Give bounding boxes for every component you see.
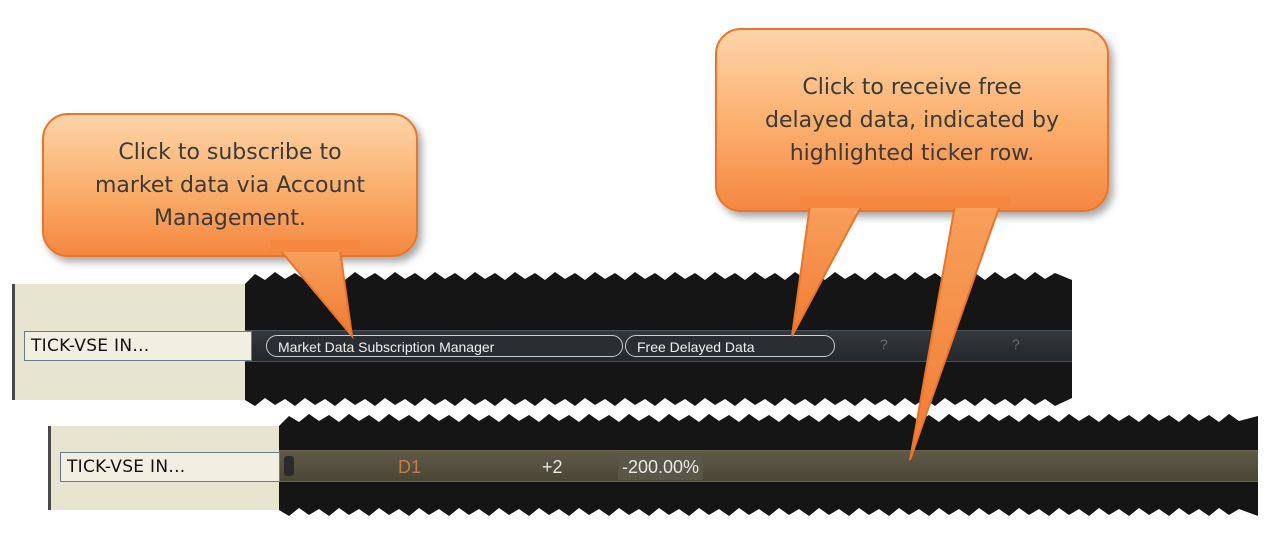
delayed-data-callout-line-3: highlighted ticker row. bbox=[789, 140, 1035, 166]
delayed-data-callout-line-2: delayed data, indicated by bbox=[765, 107, 1059, 133]
change-cell: +2 bbox=[542, 457, 563, 477]
ticker-symbol[interactable]: TICK-VSE IN... bbox=[60, 452, 280, 482]
exchange-cell: D1 bbox=[398, 457, 422, 477]
torn-edge-bottom bbox=[48, 508, 1258, 520]
subscribe-callout-text: Click to subscribe to market data via Ac… bbox=[95, 136, 365, 235]
row-drag-handle[interactable] bbox=[284, 456, 294, 476]
delayed-data-callout: Click to receive free delayed data, indi… bbox=[715, 28, 1109, 212]
subscribe-callout-line-2: market data via Account bbox=[94, 172, 366, 198]
market-data-subscription-manager-button[interactable]: Market Data Subscription Manager bbox=[266, 335, 623, 357]
torn-edge-bottom bbox=[12, 398, 1072, 410]
torn-edge-top bbox=[48, 410, 1258, 426]
free-delayed-data-button[interactable]: Free Delayed Data bbox=[625, 335, 835, 357]
subscribe-callout-line-3: Management. bbox=[154, 205, 306, 231]
unavailable-value-1: ? bbox=[880, 336, 888, 352]
ticker-symbol[interactable]: TICK-VSE IN... bbox=[24, 331, 252, 361]
torn-edge-top bbox=[12, 268, 1072, 284]
delayed-data-callout-line-1: Click to receive free bbox=[802, 74, 1022, 100]
ticker-row-delayed-highlighted bbox=[279, 450, 1258, 482]
market-data-panel-subscribe: TICK-VSE IN... Market Data Subscription … bbox=[12, 268, 1072, 410]
subscribe-callout: Click to subscribe to market data via Ac… bbox=[42, 113, 418, 257]
delayed-data-callout-text: Click to receive free delayed data, indi… bbox=[765, 71, 1059, 170]
subscribe-callout-line-1: Click to subscribe to bbox=[118, 139, 342, 165]
market-data-panel-delayed: TICK-VSE IN... D1 +2 -200.00% bbox=[48, 410, 1258, 520]
change-percent-cell: -200.00% bbox=[618, 454, 704, 480]
unavailable-value-2: ? bbox=[1012, 336, 1020, 352]
